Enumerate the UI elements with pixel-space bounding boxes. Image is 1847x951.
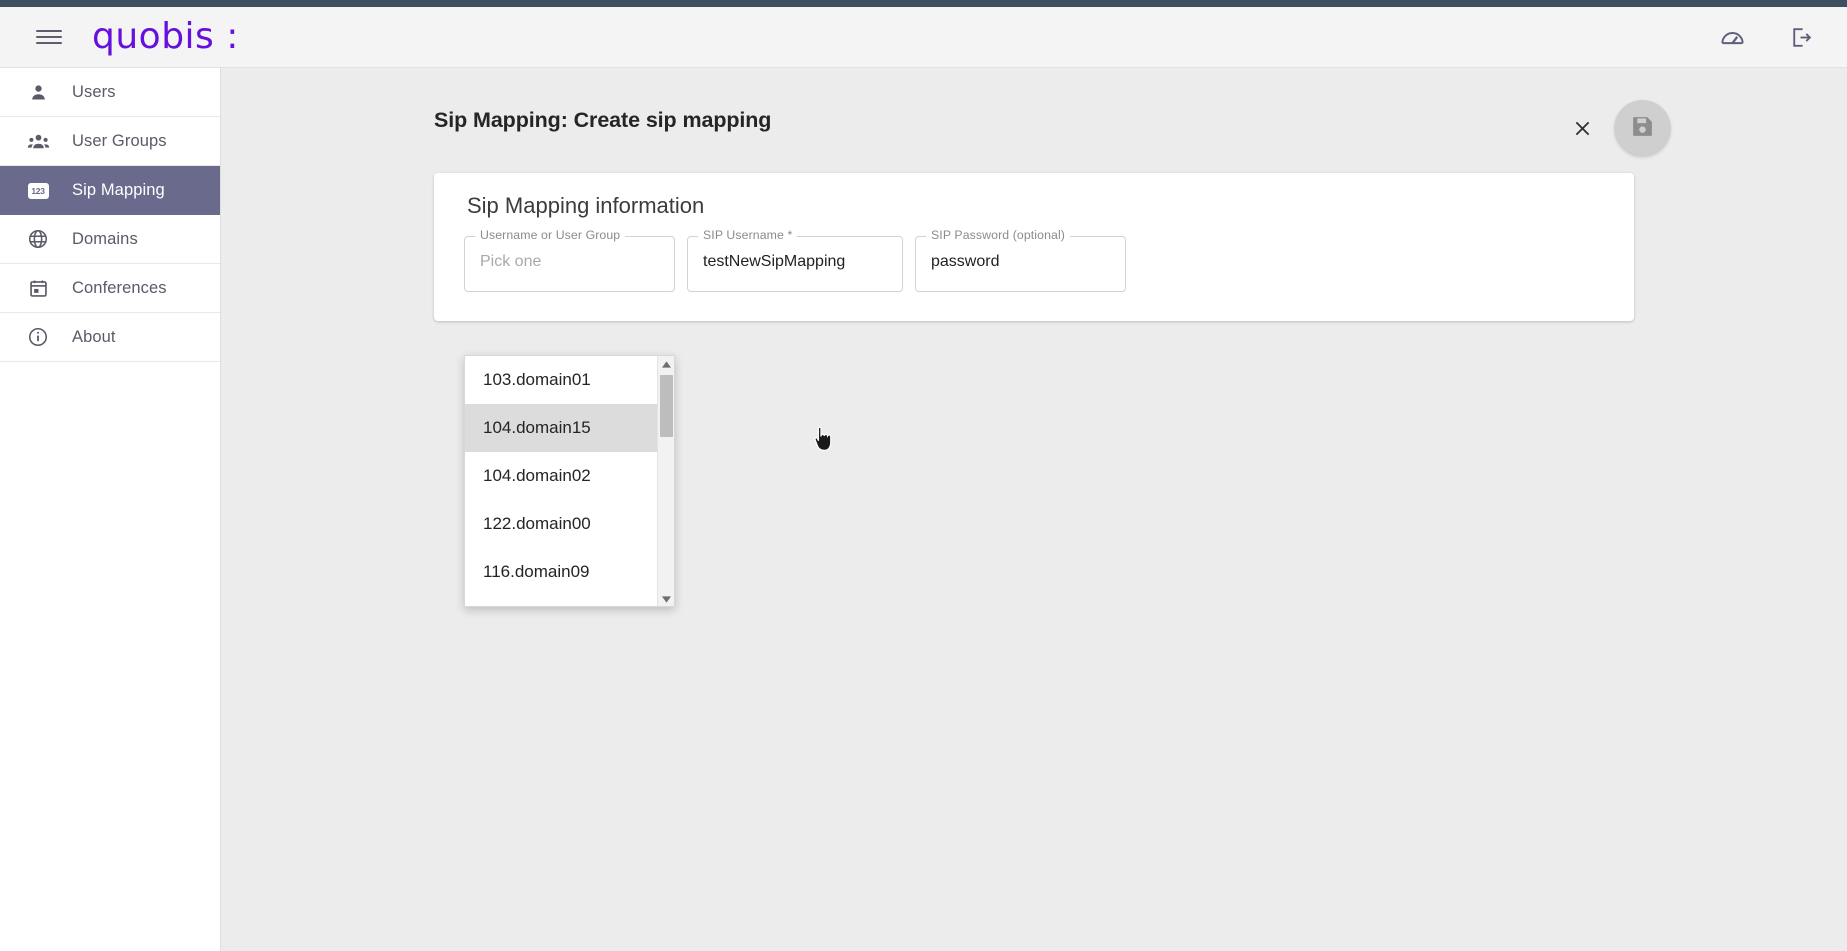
sidebar-item-label: Sip Mapping	[72, 181, 165, 199]
triangle-down-icon[interactable]	[658, 591, 674, 606]
sidebar-item-label: Domains	[72, 229, 138, 248]
globe-icon	[26, 227, 50, 251]
sidebar-item-domains[interactable]: Domains	[0, 215, 220, 264]
sip-mapping-card: Sip Mapping information Username or User…	[434, 173, 1634, 607]
calendar-icon	[26, 276, 50, 300]
sidebar-item-about[interactable]: About	[0, 313, 220, 362]
dropdown-option-list: 103.domain01 104.domain15 104.domain02 1…	[465, 356, 658, 606]
triangle-up-icon[interactable]	[658, 356, 674, 373]
dropdown-option[interactable]: 116.domain09	[465, 548, 658, 596]
top-accent-strip	[0, 0, 1847, 7]
sip-password-field[interactable]: SIP Password (optional) password	[915, 228, 1126, 292]
page-title: Sip Mapping: Create sip mapping	[434, 108, 772, 132]
sidebar-item-label: About	[72, 327, 116, 346]
dropdown-option[interactable]: 103.domain01	[465, 356, 658, 404]
dropdown-option[interactable]: 104.domain02	[465, 452, 658, 500]
sidebar-item-user-groups[interactable]: User Groups	[0, 117, 220, 166]
header-actions	[1562, 100, 1671, 157]
sidebar-item-conferences[interactable]: Conferences	[0, 264, 220, 313]
people-icon	[26, 129, 50, 153]
sidebar-item-users[interactable]: Users	[0, 68, 220, 117]
form-fields: Username or User Group Pick one SIP User…	[464, 228, 1126, 607]
sip-username-field[interactable]: SIP Username * testNewSipMapping	[687, 228, 903, 292]
logout-icon[interactable]	[1785, 22, 1815, 52]
card-title: Sip Mapping information	[467, 193, 705, 218]
app-bar: quobis :	[0, 7, 1847, 68]
dropdown-scrollbar[interactable]	[657, 356, 674, 606]
scrollbar-thumb[interactable]	[660, 375, 673, 437]
123-badge-icon: 123	[26, 179, 50, 203]
dropdown-option[interactable]: 104.domain15	[465, 404, 658, 452]
sidebar-item-sip-mapping[interactable]: 123 Sip Mapping	[0, 166, 220, 215]
sidebar-item-label: Conferences	[72, 278, 167, 297]
app-bar-actions	[1717, 22, 1815, 52]
info-icon	[26, 325, 50, 349]
field-label: Username or User Group	[475, 228, 626, 242]
save-floppy-icon	[1630, 114, 1655, 144]
save-button[interactable]	[1614, 100, 1671, 157]
dropdown-option[interactable]: 122.domain00	[465, 500, 658, 548]
sidebar-item-label: User Groups	[72, 131, 167, 150]
username-or-user-group-input[interactable]: Pick one	[480, 253, 541, 271]
main-content: Sip Mapping: Create sip mapping Sip Mapp…	[221, 68, 1847, 951]
app-logo: quobis :	[92, 16, 239, 57]
page-header: Sip Mapping: Create sip mapping	[434, 108, 771, 133]
sip-username-input[interactable]: testNewSipMapping	[703, 253, 845, 271]
close-icon[interactable]	[1562, 109, 1602, 149]
sidebar: Users User Groups 123 Sip Mapping Domain…	[0, 68, 221, 951]
username-or-user-group-dropdown[interactable]: 103.domain01 104.domain15 104.domain02 1…	[464, 355, 675, 607]
person-icon	[26, 80, 50, 104]
sip-password-input[interactable]: password	[931, 253, 999, 271]
field-label: SIP Username *	[698, 228, 798, 242]
username-or-user-group-field[interactable]: Username or User Group Pick one	[464, 228, 675, 292]
hamburger-menu-icon[interactable]	[36, 27, 62, 47]
sidebar-item-label: Users	[72, 82, 116, 101]
mouse-cursor	[811, 426, 833, 459]
speedometer-icon[interactable]	[1717, 22, 1747, 52]
field-label: SIP Password (optional)	[926, 228, 1070, 242]
